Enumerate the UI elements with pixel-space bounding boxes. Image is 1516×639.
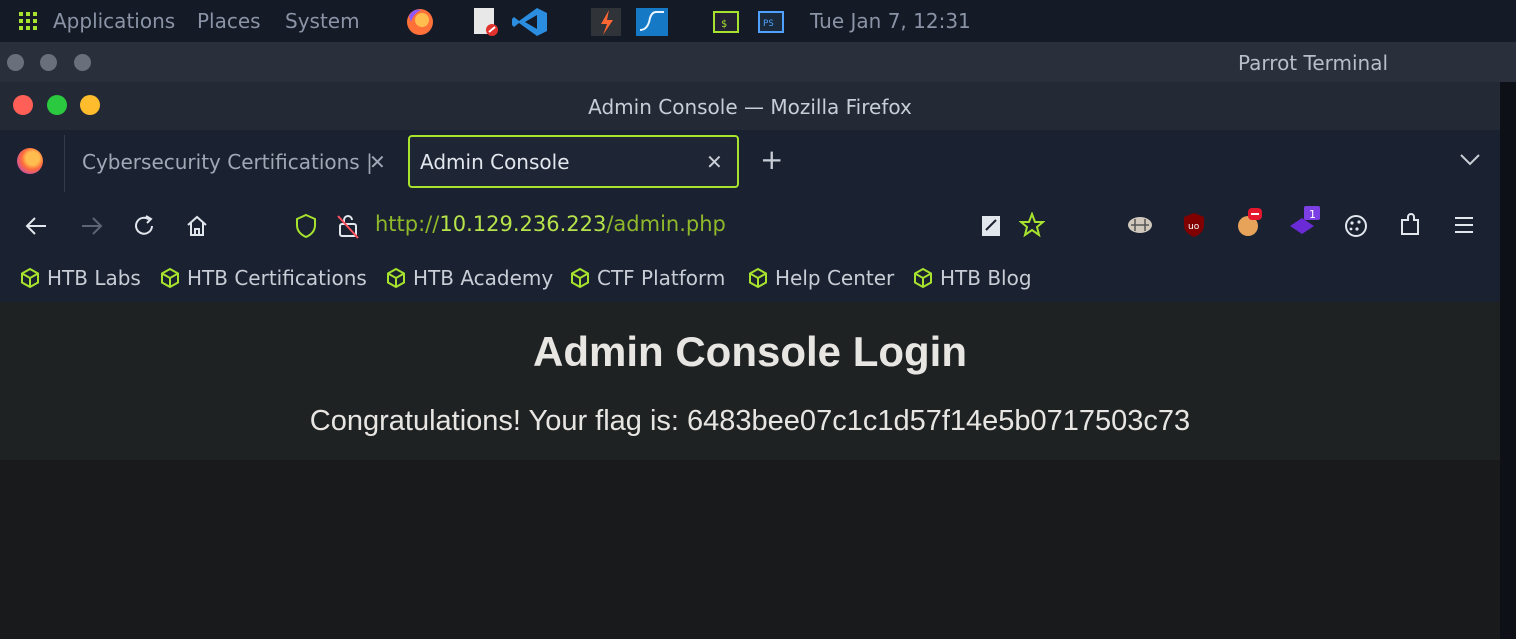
htb-cube-icon [161, 267, 179, 289]
tab-close-icon[interactable]: ✕ [369, 150, 386, 174]
forward-arrow-icon[interactable] [78, 214, 104, 238]
url-host: 10.129.236.223 [439, 212, 607, 236]
back-arrow-icon[interactable] [24, 214, 50, 238]
page-title: Admin Console Login [533, 328, 967, 375]
foxyproxy-extension-icon[interactable] [1126, 213, 1154, 237]
htb-cube-icon [749, 267, 767, 289]
svg-text:uo: uo [1188, 222, 1200, 232]
terminal-launcher-icon[interactable]: $ [712, 6, 740, 36]
bookmark-label: HTB Academy [413, 266, 554, 290]
url-bar[interactable]: http://10.129.236.223/admin.php [375, 212, 726, 236]
extension-badge-count: 1 [1309, 208, 1316, 221]
chevron-down-icon[interactable] [1458, 150, 1482, 170]
terminal-close-button[interactable] [7, 54, 24, 71]
bookmark-label: HTB Blog [940, 266, 1032, 290]
svg-text:PS: PS [763, 19, 774, 29]
terminal-title: Parrot Terminal [1238, 51, 1389, 75]
cookie-blocker-extension-icon[interactable] [1234, 206, 1266, 238]
text-editor-launcher-icon[interactable] [472, 6, 502, 38]
window-title: Admin Console — Mozilla Firefox [588, 95, 912, 119]
bookmark-label: HTB Labs [47, 266, 141, 290]
htb-cube-icon [571, 267, 589, 289]
tab-close-icon[interactable]: ✕ [706, 150, 723, 174]
bookmark-label: Help Center [775, 266, 895, 290]
tracking-protection-shield-icon[interactable] [294, 213, 318, 239]
bookmark-htb-labs[interactable]: HTB Labs [19, 266, 141, 290]
apps-grid-icon[interactable] [19, 12, 37, 30]
insecure-lock-icon[interactable] [336, 212, 360, 240]
powershell-launcher-icon[interactable]: PS [757, 6, 785, 36]
new-tab-button[interactable]: + [760, 146, 783, 174]
bookmark-htb-blog[interactable]: HTB Blog [912, 266, 1032, 290]
terminal-body[interactable] [1500, 82, 1516, 639]
bookmark-help-center[interactable]: Help Center [747, 266, 894, 290]
ublock-origin-icon[interactable]: uo [1181, 211, 1207, 239]
flag-message: Congratulations! Your flag is: 6483bee07… [309, 405, 1191, 437]
menu-places[interactable]: Places [197, 9, 261, 33]
menu-system[interactable]: System [285, 9, 360, 33]
tab-admin-console-label: Admin Console [420, 150, 570, 174]
bookmark-htb-certifications[interactable]: HTB Certifications [159, 266, 367, 290]
url-path: /admin.php [606, 212, 726, 236]
bookmark-star-icon[interactable] [1019, 212, 1045, 238]
extensions-puzzle-icon[interactable] [1398, 212, 1424, 238]
panel-clock[interactable]: Tue Jan 7, 12:31 [810, 9, 971, 33]
bookmark-ctf-platform[interactable]: CTF Platform [569, 266, 725, 290]
cookie-editor-icon[interactable] [1343, 213, 1369, 239]
wappalyzer-extension-icon[interactable]: 1 [1288, 204, 1322, 236]
tab-cybersecurity-certifications[interactable]: Cybersecurity Certifications | [82, 150, 373, 174]
bookmark-label: CTF Platform [597, 266, 726, 290]
navigation-toolbar [0, 192, 1500, 254]
htb-cube-icon [914, 267, 932, 289]
wireshark-launcher-icon[interactable] [634, 6, 670, 38]
terminal-minimize-button[interactable] [40, 54, 57, 71]
firefox-launcher-icon[interactable] [403, 6, 437, 36]
url-scheme: http:// [375, 212, 440, 236]
reload-icon[interactable] [132, 214, 156, 238]
hamburger-menu-icon[interactable] [1452, 214, 1476, 236]
reader-view-icon[interactable] [980, 214, 1002, 238]
vscode-launcher-icon[interactable] [511, 6, 549, 38]
svg-text:$: $ [721, 19, 727, 30]
bookmark-htb-academy[interactable]: HTB Academy [385, 266, 553, 290]
tab-divider [64, 135, 65, 193]
htb-cube-icon [387, 267, 405, 289]
firefox-logo-icon[interactable] [17, 148, 43, 174]
home-icon[interactable] [185, 214, 209, 238]
htb-cube-icon [21, 267, 39, 289]
terminal-maximize-button[interactable] [74, 54, 91, 71]
menu-applications[interactable]: Applications [53, 9, 175, 33]
burp-launcher-icon[interactable] [589, 6, 623, 38]
bookmark-label: HTB Certifications [187, 266, 367, 290]
